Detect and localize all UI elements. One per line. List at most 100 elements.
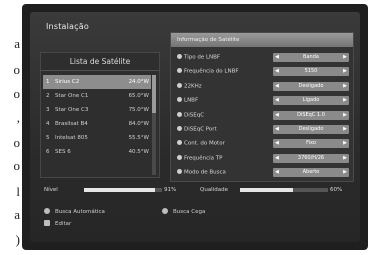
satellite-item[interactable]: 4 Brasilsat B4 84.0°W: [43, 117, 151, 131]
setting-value: Desligado: [298, 125, 324, 132]
satellite-item[interactable]: 3 Star One C3 75.0°W: [43, 103, 151, 117]
setting-row-lnbf-power[interactable]: LNBF ◀ Ligado ▶: [175, 94, 351, 108]
arrow-right-icon[interactable]: ▶: [343, 139, 347, 148]
arrow-right-icon[interactable]: ▶: [343, 82, 347, 91]
arrow-left-icon[interactable]: ◀: [275, 53, 279, 62]
satellite-list-heading: Lista de Satélite: [41, 53, 159, 71]
satellite-list-scrollbar[interactable]: [152, 75, 156, 175]
setting-row-tp-frequency[interactable]: Frequência TP ◀ 3760/H/26 ▶: [175, 152, 351, 166]
setting-row-lnbf-frequency[interactable]: Frequência do LNBF ◀ 5150 ▶: [175, 65, 351, 79]
setting-selector[interactable]: ◀ Ligado ▶: [273, 96, 349, 106]
margin-glyph: l: [16, 184, 20, 199]
setting-label: Modo de Busca: [177, 169, 226, 176]
satellite-position: 24.0°W: [128, 79, 149, 85]
arrow-right-icon[interactable]: ▶: [343, 168, 347, 177]
setting-label: Frequência TP: [177, 154, 222, 161]
satellite-number: 6: [46, 149, 50, 155]
setting-selector[interactable]: ◀ 5150 ▶: [273, 67, 349, 77]
setting-row-22khz[interactable]: 22KHz ◀ Desligado ▶: [175, 80, 351, 94]
satellite-name: SES 6: [55, 149, 71, 155]
setting-row-diseqc-port[interactable]: DiSEqC Port ◀ Desligado ▶: [175, 123, 351, 137]
setting-selector[interactable]: ◀ 3760/H/26 ▶: [273, 153, 349, 163]
satellite-item[interactable]: 2 Star One C1 65.0°W: [43, 89, 151, 103]
arrow-left-icon[interactable]: ◀: [275, 139, 279, 148]
satellite-position: 65.0°W: [128, 93, 149, 99]
satellite-number: 3: [46, 107, 50, 113]
setting-label: DiSEqC: [177, 111, 204, 118]
satellite-name: Brasilsat B4: [55, 121, 88, 127]
setting-value: Desligado: [298, 82, 324, 89]
setting-selector[interactable]: ◀ Fixo ▶: [273, 139, 349, 149]
hint-blind-search[interactable]: Busca Cega: [162, 208, 205, 215]
arrow-left-icon[interactable]: ◀: [275, 125, 279, 134]
satellite-position: 84.0°W: [128, 121, 149, 127]
satellite-number: 1: [46, 79, 50, 85]
setting-selector[interactable]: ◀ DiSEqC 1.0 ▶: [273, 110, 349, 120]
setting-row-motor-control[interactable]: Cont. do Motor ◀ Fixo ▶: [175, 137, 351, 151]
arrow-left-icon[interactable]: ◀: [275, 96, 279, 105]
setting-value: Banda: [303, 54, 319, 60]
setting-row-lnbf-type[interactable]: Tipo de LNBF ◀ Banda ▶: [175, 51, 351, 65]
margin-glyph: o: [13, 62, 21, 77]
installation-menu: Instalação Lista de Satélite 1 Sirius C2…: [30, 12, 360, 242]
setting-value: Fixo: [306, 140, 316, 147]
setting-selector[interactable]: ◀ Aberto ▶: [273, 168, 349, 178]
arrow-right-icon[interactable]: ▶: [343, 53, 347, 62]
arrow-left-icon[interactable]: ◀: [275, 111, 279, 120]
satellite-item[interactable]: 5 Intelsat 805 55.5°W: [43, 131, 151, 145]
arrow-right-icon[interactable]: ▶: [343, 154, 347, 163]
signal-level-label: Nível: [44, 187, 58, 193]
setting-label: 22KHz: [177, 82, 202, 89]
arrow-right-icon[interactable]: ▶: [343, 67, 347, 76]
setting-selector[interactable]: ◀ Desligado ▶: [273, 124, 349, 134]
margin-glyph: o: [13, 135, 21, 150]
satellite-info-panel: Informação de Satélite Tipo de LNBF ◀ Ba…: [170, 32, 354, 182]
arrow-right-icon[interactable]: ▶: [343, 96, 347, 105]
arrow-right-icon[interactable]: ▶: [343, 125, 347, 134]
hint-edit[interactable]: Editar: [44, 220, 71, 227]
bullet-icon: [177, 125, 182, 131]
setting-value: 3760/H/26: [297, 154, 325, 161]
satellite-item[interactable]: 1 Sirius C2 24.0°W: [43, 75, 151, 89]
signal-quality-label: Qualidade: [200, 187, 228, 193]
margin-glyph: o: [13, 158, 21, 173]
setting-label: Frequência do LNBF: [177, 68, 239, 75]
key-hints: Busca Automática Busca Cega Editar: [44, 208, 344, 234]
arrow-left-icon[interactable]: ◀: [275, 154, 279, 163]
arrow-left-icon[interactable]: ◀: [275, 168, 279, 177]
satellite-position: 75.0°W: [128, 107, 149, 113]
satellite-number: 4: [46, 121, 50, 127]
hint-auto-search[interactable]: Busca Automática: [44, 208, 105, 215]
tv-screen: Instalação Lista de Satélite 1 Sirius C2…: [22, 4, 368, 250]
satellite-item[interactable]: 6 SES 6 40.5°W: [43, 145, 151, 159]
bullet-icon: [177, 140, 182, 146]
margin-glyph: a: [14, 207, 20, 222]
green-key-icon: [162, 208, 168, 214]
arrow-right-icon[interactable]: ▶: [343, 111, 347, 120]
setting-row-diseqc[interactable]: DiSEqC ◀ DiSEqC 1.0 ▶: [175, 109, 351, 123]
margin-glyph: ,: [16, 110, 20, 125]
arrow-left-icon[interactable]: ◀: [275, 82, 279, 91]
setting-value: Ligado: [302, 97, 320, 104]
satellite-list: 1 Sirius C2 24.0°W 2 Star One C1 65.0°W …: [43, 75, 151, 159]
satellite-list-panel: Lista de Satélite 1 Sirius C2 24.0°W 2 S…: [40, 52, 160, 178]
signal-quality-percent: 60%: [330, 187, 343, 193]
satellite-number: 2: [46, 93, 50, 99]
margin-glyph: o: [13, 86, 21, 101]
scrollbar-thumb[interactable]: [152, 75, 156, 113]
signal-level-bar: [84, 188, 162, 192]
satellite-name: Intelsat 805: [55, 135, 88, 141]
setting-value: Aberto: [302, 169, 320, 176]
satellite-position: 40.5°W: [128, 149, 149, 155]
arrow-left-icon[interactable]: ◀: [275, 67, 279, 76]
satellite-name: Star One C1: [55, 93, 89, 99]
bullet-icon: [177, 68, 182, 74]
setting-label: Cont. do Motor: [177, 140, 225, 147]
setting-selector[interactable]: ◀ Desligado ▶: [273, 81, 349, 91]
satellite-number: 5: [46, 135, 50, 141]
setting-label: Tipo de LNBF: [177, 54, 220, 61]
setting-row-search-mode[interactable]: Modo de Busca ◀ Aberto ▶: [175, 166, 351, 180]
margin-glyph: a: [14, 36, 20, 51]
setting-selector[interactable]: ◀ Banda ▶: [273, 53, 349, 62]
bullet-icon: [177, 111, 182, 117]
